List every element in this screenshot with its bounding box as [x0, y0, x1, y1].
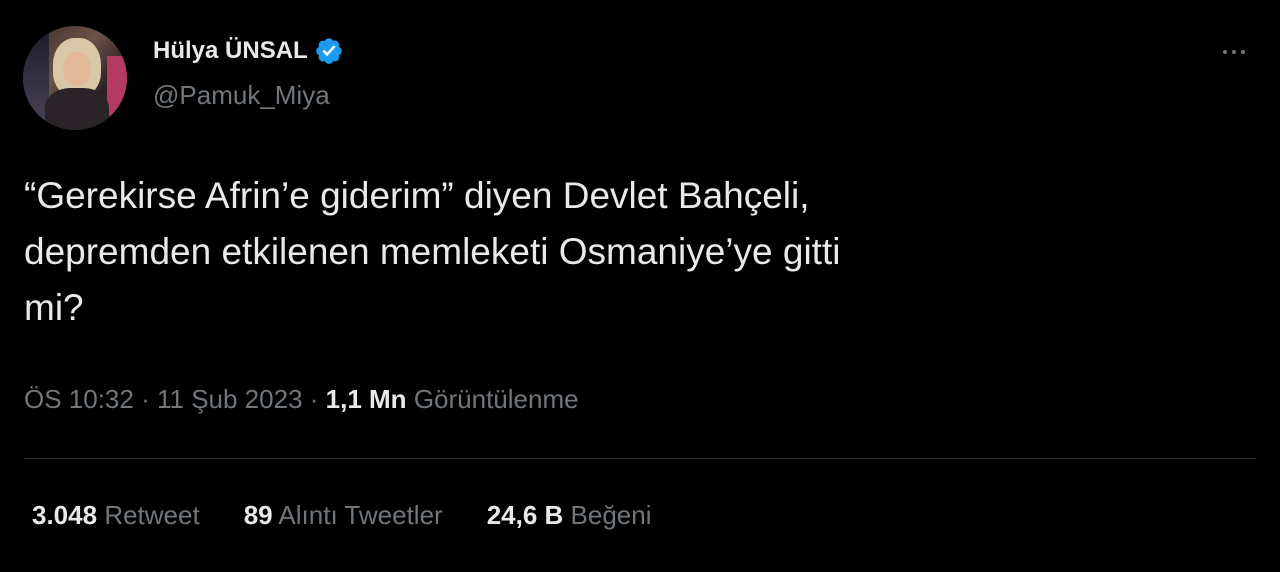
- likes-stat[interactable]: 24,6 B Beğeni: [487, 500, 652, 531]
- tweet-meta: ÖS 10:32 · 11 Şub 2023 · 1,1 Mn Görüntül…: [24, 384, 579, 415]
- dot: [1241, 50, 1245, 54]
- quotes-stat[interactable]: 89 Alıntı Tweetler: [244, 500, 443, 531]
- likes-label: Beğeni: [570, 500, 652, 530]
- dot: [1232, 50, 1236, 54]
- tweet-text-line: depremden etkilenen memleketi Osmaniye’y…: [24, 231, 841, 272]
- display-name[interactable]: Hülya ÜNSAL: [153, 37, 308, 65]
- quotes-label: Alıntı Tweetler: [278, 500, 443, 530]
- tweet-date[interactable]: 11 Şub 2023: [157, 384, 303, 414]
- separator: ·: [309, 384, 326, 414]
- avatar-face: [63, 52, 91, 86]
- views-label: Görüntülenme: [413, 384, 579, 414]
- avatar-body: [45, 88, 109, 130]
- tweet-time[interactable]: ÖS 10:32: [24, 384, 134, 414]
- divider: [24, 458, 1256, 459]
- user-handle[interactable]: @Pamuk_Miya: [153, 80, 330, 111]
- tweet-stats: 3.048 Retweet 89 Alıntı Tweetler 24,6 B …: [32, 500, 652, 531]
- tweet-text: “Gerekirse Afrin’e giderim” diyen Devlet…: [24, 168, 1224, 336]
- retweets-stat[interactable]: 3.048 Retweet: [32, 500, 200, 531]
- likes-count: 24,6 B: [486, 500, 564, 530]
- tweet-text-line: mi?: [24, 287, 84, 328]
- author-header[interactable]: Hülya ÜNSAL: [153, 36, 344, 66]
- verified-badge-icon: [315, 38, 342, 64]
- dot: [1223, 50, 1227, 54]
- retweets-count: 3.048: [32, 500, 98, 530]
- quotes-count: 89: [243, 500, 273, 530]
- tweet-text-line: “Gerekirse Afrin’e giderim” diyen Devlet…: [24, 175, 810, 216]
- separator: ·: [141, 384, 157, 414]
- more-options-icon[interactable]: [1212, 40, 1256, 64]
- retweets-label: Retweet: [104, 500, 200, 530]
- views-count: 1,1 Mn: [325, 384, 407, 414]
- avatar-background-accent: [107, 56, 127, 116]
- avatar[interactable]: [23, 26, 127, 130]
